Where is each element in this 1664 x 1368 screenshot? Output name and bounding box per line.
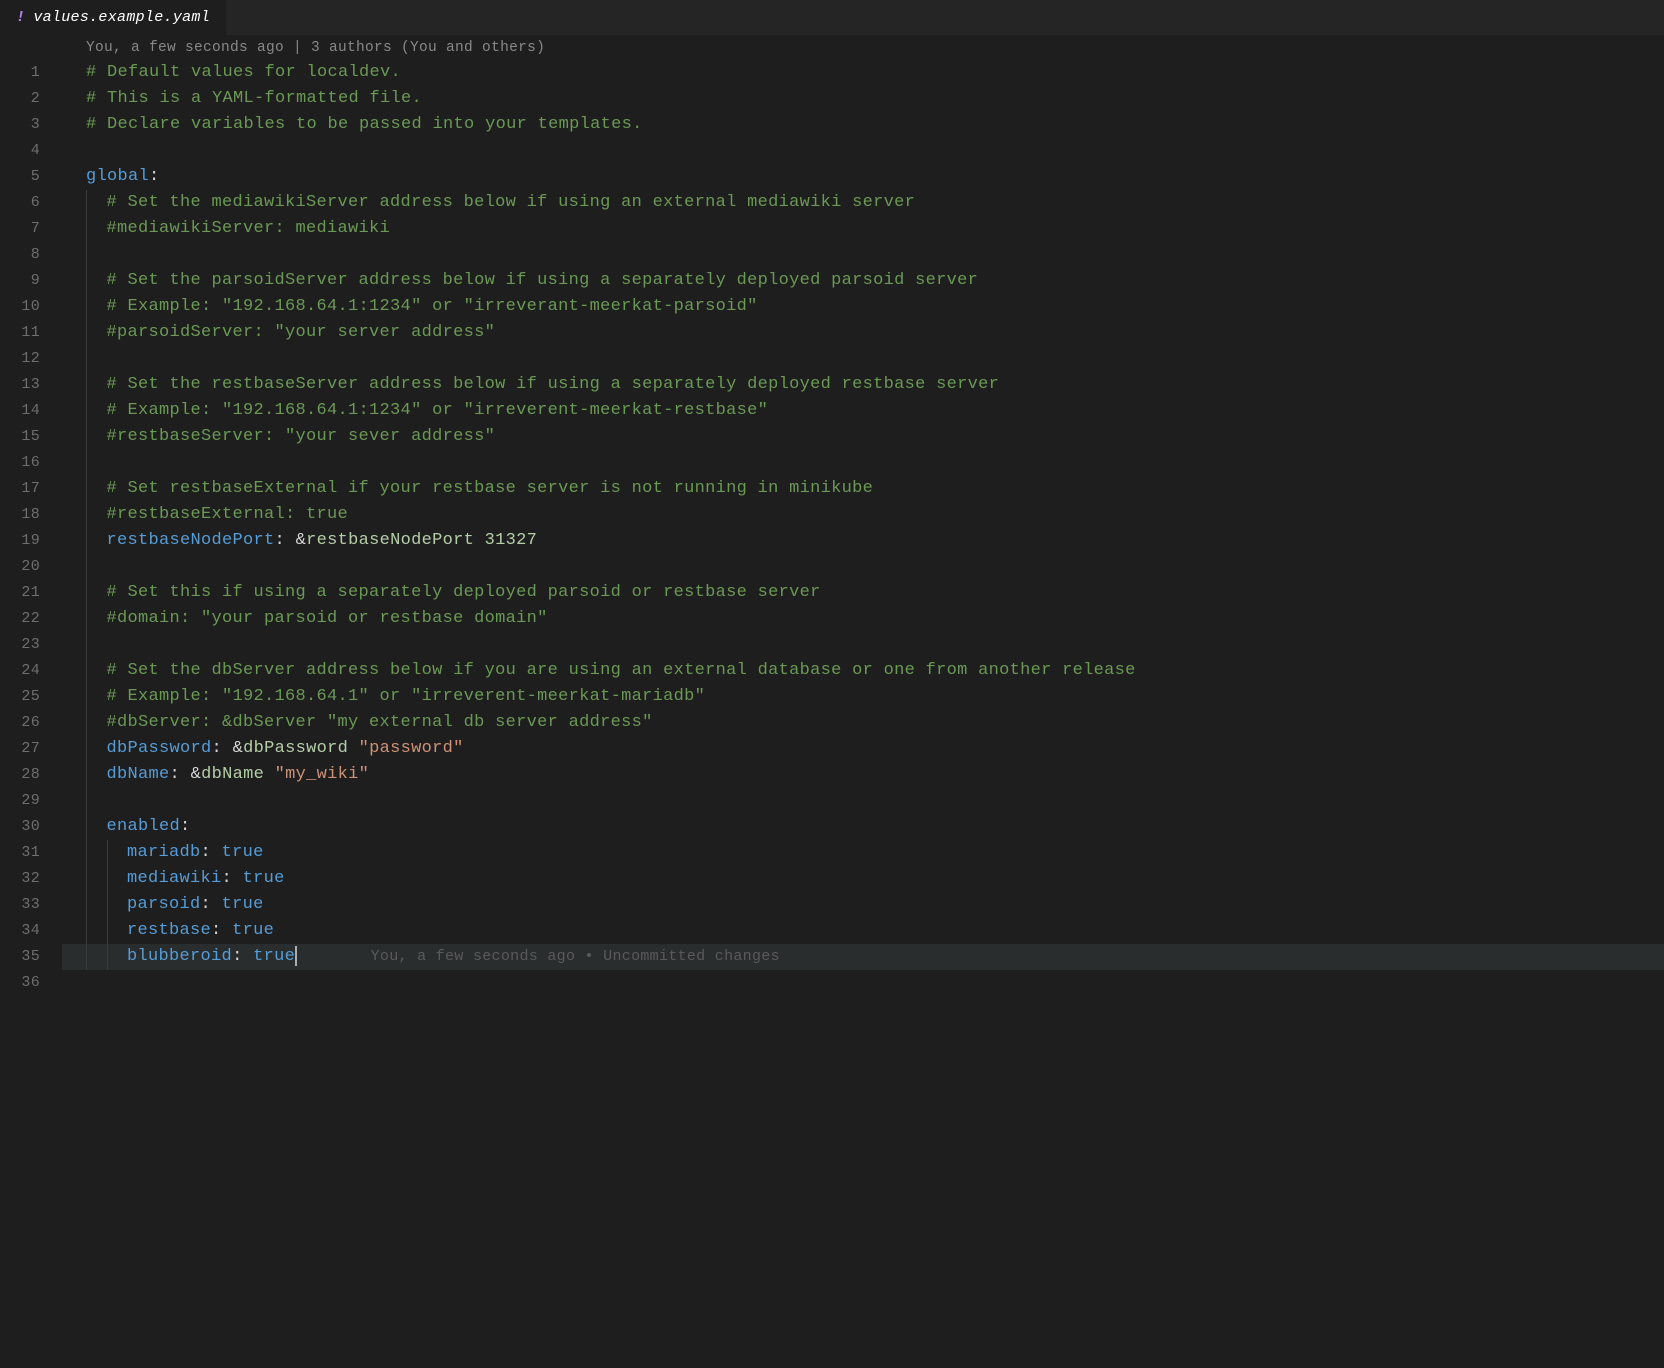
line-number: 20 xyxy=(0,554,40,580)
line-number: 3 xyxy=(0,112,40,138)
code-line[interactable]: # Default values for localdev. xyxy=(62,60,1664,86)
line-number: 22 xyxy=(0,606,40,632)
line-number: 7 xyxy=(0,216,40,242)
line-number: 8 xyxy=(0,242,40,268)
code-line[interactable]: # Example: "192.168.64.1" or "irreverent… xyxy=(62,684,1664,710)
line-number: 5 xyxy=(0,164,40,190)
code-line[interactable]: global: xyxy=(62,164,1664,190)
code-line[interactable]: # Set the mediawikiServer address below … xyxy=(62,190,1664,216)
code-content[interactable]: You, a few seconds ago | 3 authors (You … xyxy=(62,36,1664,1368)
line-number: 9 xyxy=(0,268,40,294)
code-line[interactable]: #mediawikiServer: mediawiki xyxy=(62,216,1664,242)
code-line[interactable] xyxy=(62,138,1664,164)
text-cursor-icon xyxy=(295,946,297,966)
line-number: 36 xyxy=(0,970,40,996)
code-line[interactable]: parsoid: true xyxy=(62,892,1664,918)
line-number: 19 xyxy=(0,528,40,554)
line-number: 29 xyxy=(0,788,40,814)
line-number: 23 xyxy=(0,632,40,658)
code-line[interactable] xyxy=(62,450,1664,476)
code-line[interactable]: #domain: "your parsoid or restbase domai… xyxy=(62,606,1664,632)
line-number: 32 xyxy=(0,866,40,892)
code-line[interactable]: restbase: true xyxy=(62,918,1664,944)
line-number: 30 xyxy=(0,814,40,840)
yaml-file-icon: ! xyxy=(16,9,25,26)
code-line[interactable]: #parsoidServer: "your server address" xyxy=(62,320,1664,346)
line-number: 4 xyxy=(0,138,40,164)
code-line[interactable]: dbName: &dbName "my_wiki" xyxy=(62,762,1664,788)
editor-area[interactable]: 1 2 3 4 5 6 7 8 9 10 11 12 13 14 15 16 1… xyxy=(0,36,1664,1368)
code-line[interactable]: # Example: "192.168.64.1:1234" or "irrev… xyxy=(62,294,1664,320)
git-blame-inline: You, a few seconds ago • Uncommitted cha… xyxy=(371,948,780,965)
line-number: 17 xyxy=(0,476,40,502)
line-number: 34 xyxy=(0,918,40,944)
code-line[interactable]: restbaseNodePort: &restbaseNodePort 3132… xyxy=(62,528,1664,554)
line-number: 28 xyxy=(0,762,40,788)
code-line[interactable]: mariadb: true xyxy=(62,840,1664,866)
code-line[interactable]: dbPassword: &dbPassword "password" xyxy=(62,736,1664,762)
line-number: 15 xyxy=(0,424,40,450)
line-number: 16 xyxy=(0,450,40,476)
line-number: 31 xyxy=(0,840,40,866)
line-number-gutter: 1 2 3 4 5 6 7 8 9 10 11 12 13 14 15 16 1… xyxy=(0,36,62,1368)
line-number: 10 xyxy=(0,294,40,320)
line-number: 26 xyxy=(0,710,40,736)
code-line[interactable] xyxy=(62,242,1664,268)
code-line[interactable]: # Set restbaseExternal if your restbase … xyxy=(62,476,1664,502)
code-line-current[interactable]: blubberoid: true You, a few seconds ago … xyxy=(62,944,1664,970)
line-number: 25 xyxy=(0,684,40,710)
line-number: 18 xyxy=(0,502,40,528)
git-codelens[interactable]: You, a few seconds ago | 3 authors (You … xyxy=(62,36,1664,60)
code-line[interactable] xyxy=(62,346,1664,372)
code-line[interactable]: # This is a YAML-formatted file. xyxy=(62,86,1664,112)
code-line[interactable]: #restbaseExternal: true xyxy=(62,502,1664,528)
tab-bar: ! values.example.yaml xyxy=(0,0,1664,36)
tab-filename: values.example.yaml xyxy=(33,9,210,26)
code-line[interactable] xyxy=(62,554,1664,580)
line-number: 13 xyxy=(0,372,40,398)
code-line[interactable]: # Set the restbaseServer address below i… xyxy=(62,372,1664,398)
line-number: 14 xyxy=(0,398,40,424)
code-line[interactable]: #dbServer: &dbServer "my external db ser… xyxy=(62,710,1664,736)
code-line[interactable]: mediawiki: true xyxy=(62,866,1664,892)
code-line[interactable]: #restbaseServer: "your sever address" xyxy=(62,424,1664,450)
code-line[interactable] xyxy=(62,970,1664,996)
line-number: 2 xyxy=(0,86,40,112)
line-number: 27 xyxy=(0,736,40,762)
code-line[interactable]: enabled: xyxy=(62,814,1664,840)
code-line[interactable] xyxy=(62,632,1664,658)
code-line[interactable]: # Declare variables to be passed into yo… xyxy=(62,112,1664,138)
line-number: 11 xyxy=(0,320,40,346)
line-number: 24 xyxy=(0,658,40,684)
editor-tab[interactable]: ! values.example.yaml xyxy=(0,0,226,35)
line-number: 6 xyxy=(0,190,40,216)
code-line[interactable]: # Example: "192.168.64.1:1234" or "irrev… xyxy=(62,398,1664,424)
code-line[interactable]: # Set the dbServer address below if you … xyxy=(62,658,1664,684)
line-number: 33 xyxy=(0,892,40,918)
line-number: 21 xyxy=(0,580,40,606)
line-number: 12 xyxy=(0,346,40,372)
code-line[interactable]: # Set the parsoidServer address below if… xyxy=(62,268,1664,294)
line-number: 1 xyxy=(0,60,40,86)
code-line[interactable] xyxy=(62,788,1664,814)
code-line[interactable]: # Set this if using a separately deploye… xyxy=(62,580,1664,606)
line-number: 35 xyxy=(0,944,40,970)
